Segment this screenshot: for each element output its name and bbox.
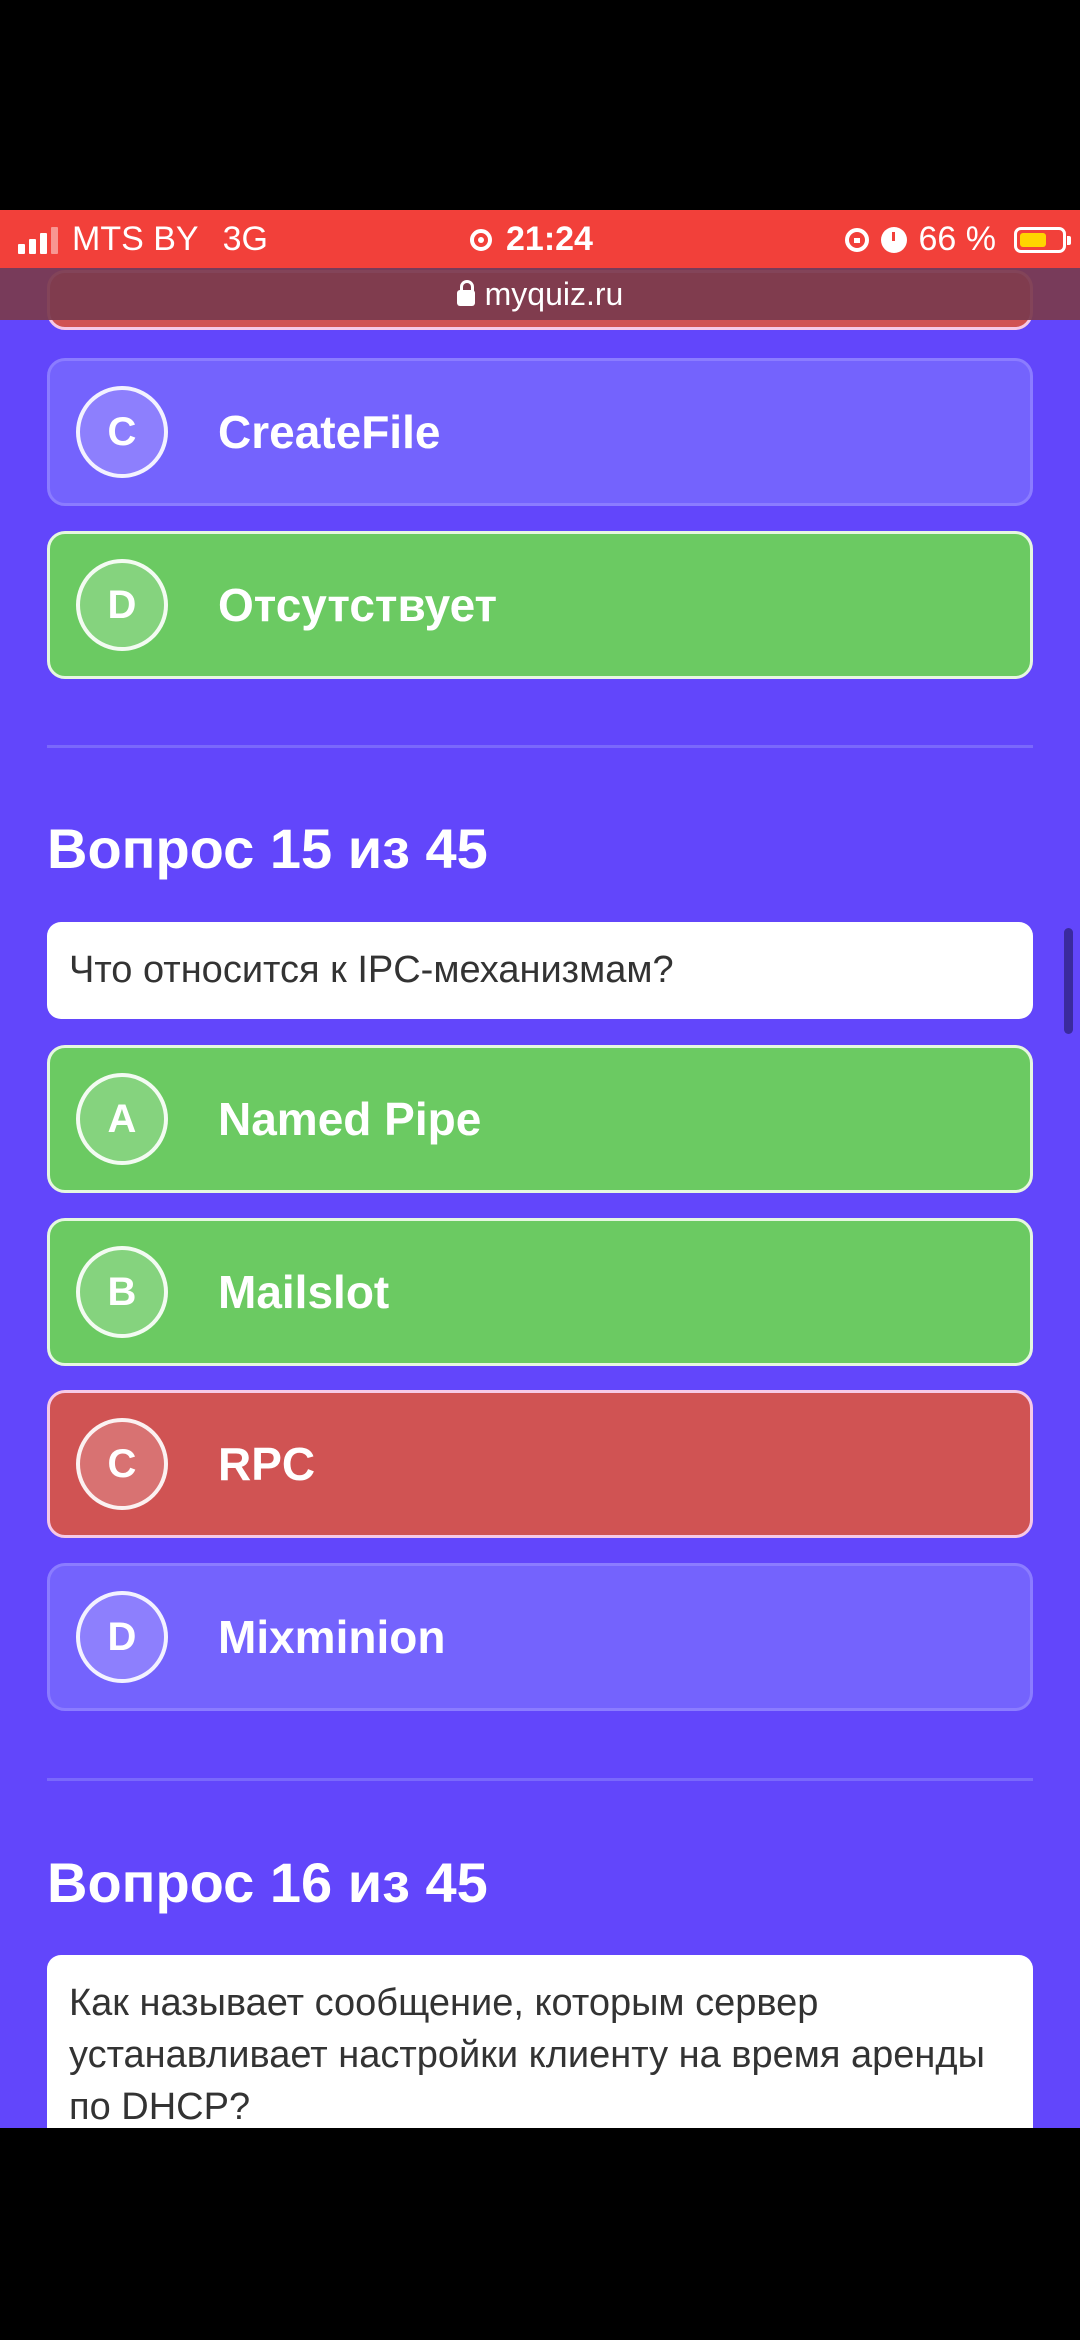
- option-text: Mixminion: [218, 1611, 446, 1663]
- q14-option-c[interactable]: C CreateFile: [47, 358, 1033, 506]
- q15-option-b[interactable]: B Mailslot: [47, 1218, 1033, 1366]
- option-text: Mailslot: [218, 1266, 390, 1318]
- q15-option-d[interactable]: D Mixminion: [47, 1563, 1033, 1711]
- question-16-title: Вопрос 16 из 45: [47, 1851, 488, 1914]
- battery-percent: 66 %: [918, 220, 997, 258]
- screen-recording-icon: [470, 228, 492, 251]
- question-16-text: Как называет сообщение, которым сервер у…: [47, 1955, 1033, 2128]
- option-letter-badge: C: [76, 1418, 168, 1510]
- section-divider: [47, 1778, 1033, 1781]
- signal-strength-icon: [18, 226, 58, 254]
- url-text: myquiz.ru: [484, 275, 624, 312]
- option-text: Named Pipe: [218, 1093, 482, 1145]
- question-15-text: Что относится к IPC-механизмам?: [47, 922, 1033, 1019]
- orientation-lock-icon: [844, 227, 869, 252]
- status-bar: MTS BY 3G 21:24 66 %: [0, 210, 1080, 268]
- question-15-title: Вопрос 15 из 45: [47, 817, 488, 880]
- option-text: RPC: [218, 1438, 316, 1490]
- network-type: 3G: [222, 220, 268, 258]
- alarm-icon: [880, 226, 907, 253]
- option-letter-badge: B: [76, 1246, 168, 1338]
- q15-option-c[interactable]: C RPC: [47, 1390, 1033, 1538]
- option-letter-badge: A: [76, 1073, 168, 1165]
- option-text: CreateFile: [218, 406, 441, 458]
- option-letter-badge: D: [76, 1591, 168, 1683]
- url-bar[interactable]: myquiz.ru: [0, 268, 1080, 320]
- lock-icon: [456, 280, 475, 306]
- option-text: Отсутствует: [218, 579, 498, 631]
- phone-screen: C CreateFile D Отсутствует Вопрос 15 из …: [0, 210, 1080, 2128]
- section-divider: [47, 745, 1033, 748]
- q15-option-a[interactable]: A Named Pipe: [47, 1045, 1033, 1193]
- page-scrollbar[interactable]: [1064, 928, 1073, 1034]
- option-letter-badge: D: [76, 559, 168, 651]
- option-letter-badge: C: [76, 386, 168, 478]
- carrier-name: MTS BY: [72, 220, 199, 258]
- q14-option-d[interactable]: D Отсутствует: [47, 531, 1033, 679]
- battery-icon: [1014, 226, 1071, 253]
- clock: 21:24: [506, 220, 593, 258]
